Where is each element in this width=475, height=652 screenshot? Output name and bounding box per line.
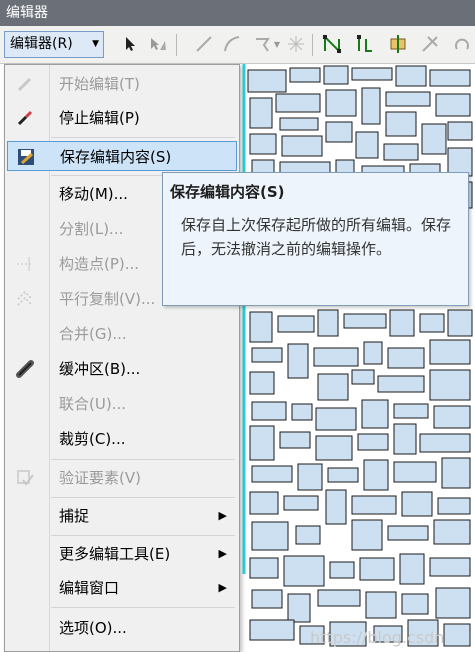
save-edits-tooltip: 保存编辑内容(S) 保存自上次保存起所做的所有编辑。保存后，无法撤消之前的编辑操… xyxy=(162,172,469,306)
menu-item-label: 编辑窗口 xyxy=(59,579,120,597)
editor-menu-label: 编辑器(R) xyxy=(10,36,73,52)
menu-item-label: 裁剪(C)... xyxy=(59,430,126,448)
pencil-icon xyxy=(15,108,35,128)
submenu-arrow-icon: ▶ xyxy=(218,581,227,594)
tooltip-body: 保存自上次保存起所做的所有编辑。保存后，无法撤消之前的编辑操作。 xyxy=(181,216,452,258)
menu-item-label: 联合(U)... xyxy=(59,395,126,413)
menu-item-label: 移动(M)... xyxy=(59,185,128,203)
construct-points-icon xyxy=(15,254,35,274)
menu-item-label: 开始编辑(T) xyxy=(59,75,140,93)
menu-separator xyxy=(51,535,235,536)
cut-polygons-icon[interactable] xyxy=(388,34,408,54)
menu-item-label: 保存编辑内容(S) xyxy=(60,148,172,166)
menu-item-editing-windows[interactable]: 编辑窗口 ▶ xyxy=(7,573,237,603)
split-tool-icon[interactable] xyxy=(420,34,440,54)
menu-item-label: 验证要素(V) xyxy=(59,469,141,487)
arc-segment-icon[interactable] xyxy=(222,34,242,54)
menu-item-label: 选项(O)... xyxy=(59,619,127,637)
straight-segment-icon[interactable] xyxy=(194,34,214,54)
tooltip-title: 保存编辑内容(S) xyxy=(170,183,285,201)
edit-vertices-icon[interactable] xyxy=(322,34,342,54)
submenu-arrow-icon: ▶ xyxy=(218,547,227,560)
editor-toolbar: 编辑器(R) ▼ ▼ xyxy=(0,26,475,64)
menu-item-label: 缓冲区(B)... xyxy=(59,360,141,378)
menu-item-options[interactable]: 选项(O)... xyxy=(7,613,237,643)
vertex-tool-icon[interactable] xyxy=(286,34,306,54)
menu-item-merge[interactable]: 合并(G)... xyxy=(7,319,237,349)
menu-item-buffer[interactable]: 缓冲区(B)... xyxy=(7,354,237,384)
toolbar-separator xyxy=(176,34,177,56)
editor-menu-button[interactable]: 编辑器(R) ▼ xyxy=(4,31,104,58)
menu-item-label: 停止编辑(P) xyxy=(59,109,140,127)
rotate-tool-icon[interactable] xyxy=(452,34,472,54)
menu-separator xyxy=(51,459,235,460)
menu-item-save-edits[interactable]: 保存编辑内容(S) xyxy=(7,141,237,171)
save-edits-icon xyxy=(16,147,36,167)
pencil-icon xyxy=(15,74,35,94)
menu-item-start-editing[interactable]: 开始编辑(T) xyxy=(7,69,237,99)
menu-separator xyxy=(51,497,235,498)
menu-separator xyxy=(51,607,235,608)
edit-tool-icon[interactable] xyxy=(120,34,140,54)
menu-item-validate-features[interactable]: 验证要素(V) xyxy=(7,463,237,493)
reshape-feature-icon[interactable] xyxy=(356,34,376,54)
menu-item-union[interactable]: 联合(U)... xyxy=(7,389,237,419)
menu-item-label: 更多编辑工具(E) xyxy=(59,545,171,563)
construction-tool-icon[interactable] xyxy=(252,34,272,54)
watermark-text: https://blog.csdn xyxy=(310,628,445,647)
menu-item-label: 平行复制(V)... xyxy=(59,290,156,308)
menu-item-label: 构造点(P)... xyxy=(59,255,140,273)
chevron-down-icon: ▼ xyxy=(92,39,99,49)
validate-features-icon xyxy=(15,468,35,488)
menu-item-snapping[interactable]: 捕捉 ▶ xyxy=(7,501,237,531)
buffer-icon xyxy=(15,359,35,379)
menu-item-stop-editing[interactable]: 停止编辑(P) xyxy=(7,103,237,133)
menu-item-more-editing-tools[interactable]: 更多编辑工具(E) ▶ xyxy=(7,539,237,569)
menu-item-clip[interactable]: 裁剪(C)... xyxy=(7,424,237,454)
menu-item-label: 分割(L)... xyxy=(59,220,124,238)
menu-item-label: 捕捉 xyxy=(59,507,90,525)
menu-separator xyxy=(51,137,235,138)
menu-item-label: 合并(G)... xyxy=(59,325,127,343)
toolbar-separator xyxy=(312,34,313,56)
submenu-arrow-icon: ▶ xyxy=(218,509,227,522)
editor-dropdown-menu: 开始编辑(T) 停止编辑(P) 保存编辑内容(S) 移动(M)... 分割(L)… xyxy=(4,64,240,652)
copy-parallel-icon xyxy=(15,289,35,309)
window-title: 编辑器 xyxy=(0,0,475,26)
chevron-down-icon[interactable]: ▼ xyxy=(272,34,282,54)
edit-annotation-tool-icon[interactable] xyxy=(148,34,168,54)
